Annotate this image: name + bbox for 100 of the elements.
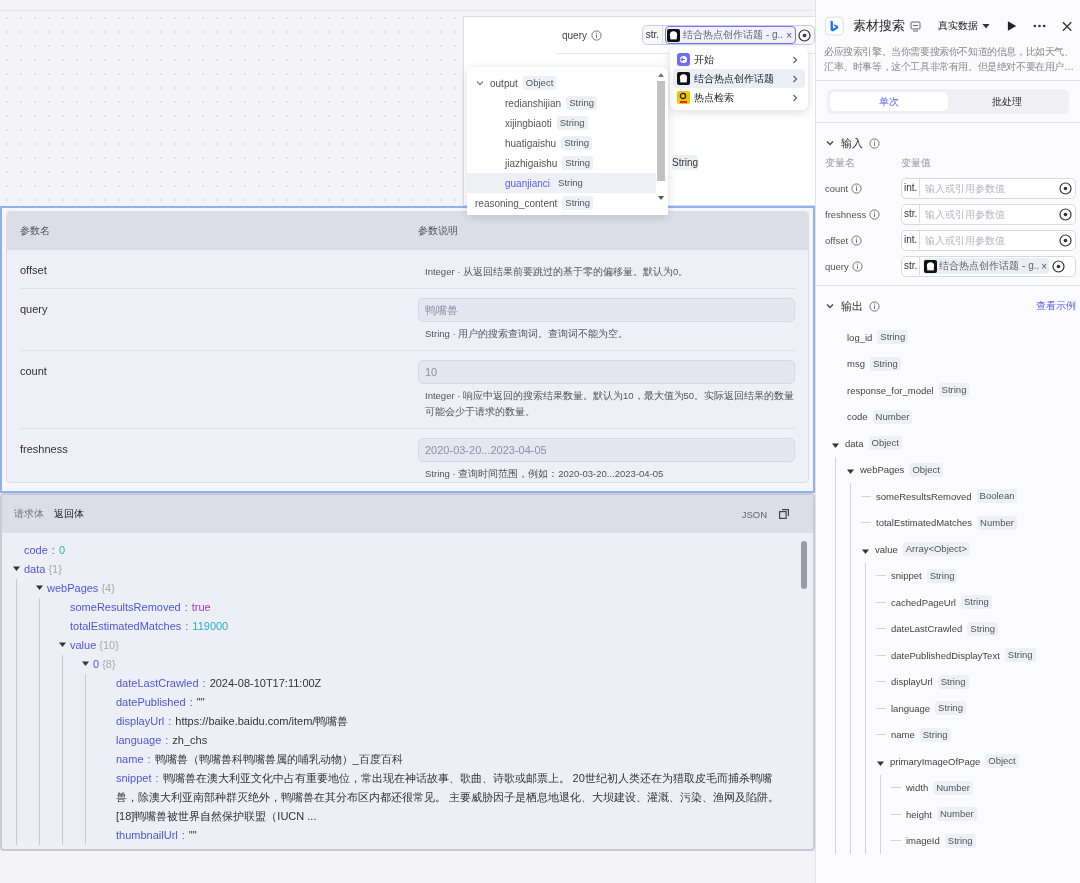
field-name: displayUrl	[891, 676, 933, 688]
type-tag: String	[672, 155, 699, 170]
type-tag: Number	[936, 807, 977, 822]
menu-item[interactable]: huatigaishu String	[467, 133, 656, 153]
value-input[interactable]: 输入或引用参数值	[923, 181, 1056, 195]
param-name: count	[20, 365, 48, 379]
tab[interactable]: 请求体	[14, 507, 44, 521]
menu-item[interactable]: redianshijian String	[467, 93, 656, 113]
field-name: imageId	[906, 835, 940, 847]
type-tag: Number	[872, 409, 913, 424]
type-tag: String	[562, 196, 594, 210]
field-name: width	[906, 782, 929, 794]
field-name: response_for_model	[847, 384, 934, 396]
type-tag: String	[566, 96, 597, 110]
type-tag: String	[960, 595, 992, 610]
input-field[interactable]: str. 结合热点创作话题 - g.. ×	[901, 255, 1076, 277]
type-tag: String	[869, 356, 901, 371]
type-tag: Object	[522, 76, 557, 90]
format-label: JSON	[741, 508, 767, 520]
type-tag: String	[926, 568, 958, 583]
remove-button[interactable]: ×	[786, 29, 792, 41]
type-tag: String	[562, 156, 594, 170]
field-name: msg	[847, 358, 865, 370]
type-tag: String	[919, 727, 951, 742]
value-input[interactable]: 输入或引用参数值	[923, 233, 1056, 247]
menu-item[interactable]: 开始	[673, 50, 805, 69]
field-name: value	[875, 543, 898, 555]
reference-text: 结合热点创作话题 - g..	[683, 28, 784, 42]
field-label: query	[562, 29, 587, 41]
field-name: webPages	[860, 464, 905, 476]
param-description: String · 查询时间范围，例如：2020-03-20...2023-04-05	[424, 467, 665, 481]
param-name: query	[20, 303, 49, 317]
type-tag: str.	[902, 257, 921, 275]
field-name: log_id	[847, 331, 873, 343]
json-entry: totalEstimatedMatches : 119000	[70, 619, 229, 634]
tab[interactable]: 返回体	[54, 507, 84, 521]
tool-description: 必应搜索引擎。当你需要搜索你不知道的信息，比如天气、汇率、时事等，这个工具非常有用。但是绝对不要在用户…	[816, 44, 1080, 81]
menu-item[interactable]: reasoning_content String	[467, 193, 656, 213]
json-entry: webPages {4}	[47, 581, 115, 596]
example-link[interactable]: 查看示例	[1036, 299, 1076, 313]
type-tag: Boolean	[976, 489, 1018, 504]
type-tag: int.	[902, 231, 921, 249]
menu-item[interactable]: guanjianci String	[467, 173, 656, 193]
json-entry: name : 鸭嘴兽（鸭嘴兽科鸭嘴兽属的哺乳动物）_百度百科	[116, 752, 403, 767]
column-header: 参数名	[20, 224, 51, 238]
field-name: height	[906, 808, 932, 820]
reference-field[interactable]: str. 结合热点创作话题 - g.. ×	[641, 25, 815, 45]
type-tag: String	[967, 621, 999, 636]
field-name: dateLastCrawled	[891, 623, 963, 635]
type-tag: String	[938, 383, 970, 398]
input-field[interactable]: int. 输入或引用参数值	[901, 229, 1076, 251]
param-name: freshness	[20, 443, 69, 457]
type-tag: Number	[933, 780, 973, 795]
json-entry: data {1}	[24, 562, 62, 577]
json-entry: value {10}	[70, 638, 119, 653]
variable-name: query	[825, 260, 849, 272]
input-field[interactable]: int. 输入或引用参数值	[901, 177, 1076, 199]
type-tag: String	[935, 701, 966, 716]
field-name: language	[891, 702, 931, 714]
panel-title: 素材搜索	[852, 17, 905, 35]
field-name: primaryImageOfPage	[890, 755, 981, 767]
menu-item[interactable]: jiazhigaishu String	[467, 153, 656, 173]
json-entry: displayUrl : https://baike.baidu.com/item/鸭嘴兽	[116, 714, 349, 729]
param-name: offset	[20, 264, 48, 278]
menu-item[interactable]: output Object	[467, 73, 656, 93]
param-description: String · 用户的搜索查询词。查询词不能为空。	[424, 327, 630, 341]
tab[interactable]: 批处理	[948, 92, 1066, 111]
type-tag: Object	[985, 754, 1019, 769]
json-entry: thumbnailUrl : ""	[116, 828, 197, 843]
field-name: data	[845, 437, 864, 449]
type-tag: String	[556, 116, 588, 130]
section-title: 输入	[841, 135, 863, 151]
menu-item[interactable]: 结合热点创作话题	[673, 69, 805, 88]
menu-item[interactable]: 热点检索	[673, 88, 805, 107]
field-name: code	[847, 411, 868, 423]
type-tag: str.	[642, 26, 664, 44]
json-entry: code : 0	[24, 543, 66, 558]
json-entry: language : zh_chs	[116, 733, 208, 748]
reference-chip[interactable]: 结合热点创作话题 - g.. ×	[923, 258, 1050, 274]
reference-chip[interactable]: 结合热点创作话题 - g.. ×	[666, 27, 795, 43]
type-tag: String	[561, 136, 592, 150]
value-input[interactable]: 输入或引用参数值	[923, 207, 1056, 221]
json-entry: snippet : 鸭嘴兽在澳大利亚文化中占有重要地位，常出现在神话故事、歌曲、诗歌或邮票上。 20世纪初人类还在为猎取皮毛而捕杀鸭嘴兽，除澳大利亚南部种群灭绝外，鸭嘴兽在其分布区内都还很常见。 主要威胁因子是栖息地退化、大坝建设、灌溉、污染、渔网及陷阱。[18]鸭嘴兽被世界自然保护联盟（IUCN ...	[116, 771, 781, 824]
type-tag: int.	[902, 179, 921, 197]
column-header: 参数说明	[418, 224, 458, 238]
param-description: Integer · 从返回结果前要跳过的基于零的偏移量。默认为0。	[424, 265, 690, 279]
remove-button[interactable]: ×	[1041, 260, 1048, 272]
reference-text: 结合热点创作话题 - g..	[939, 259, 1040, 273]
field-name: name	[891, 729, 915, 741]
menu-item[interactable]: xijingbiaoti String	[467, 113, 656, 133]
type-tag: String	[1004, 648, 1036, 663]
type-tag: String	[937, 674, 969, 689]
section-title: 输出	[841, 298, 863, 314]
tab[interactable]: 单次	[830, 92, 948, 111]
column-header: 变量值	[901, 157, 931, 170]
type-tag: String	[944, 833, 976, 848]
input-field[interactable]: str. 输入或引用参数值	[901, 203, 1076, 225]
data-mode-dropdown[interactable]: 真实数据	[937, 19, 990, 33]
field-name: datePublishedDisplayText	[891, 649, 1000, 661]
type-tag: String	[555, 176, 586, 190]
